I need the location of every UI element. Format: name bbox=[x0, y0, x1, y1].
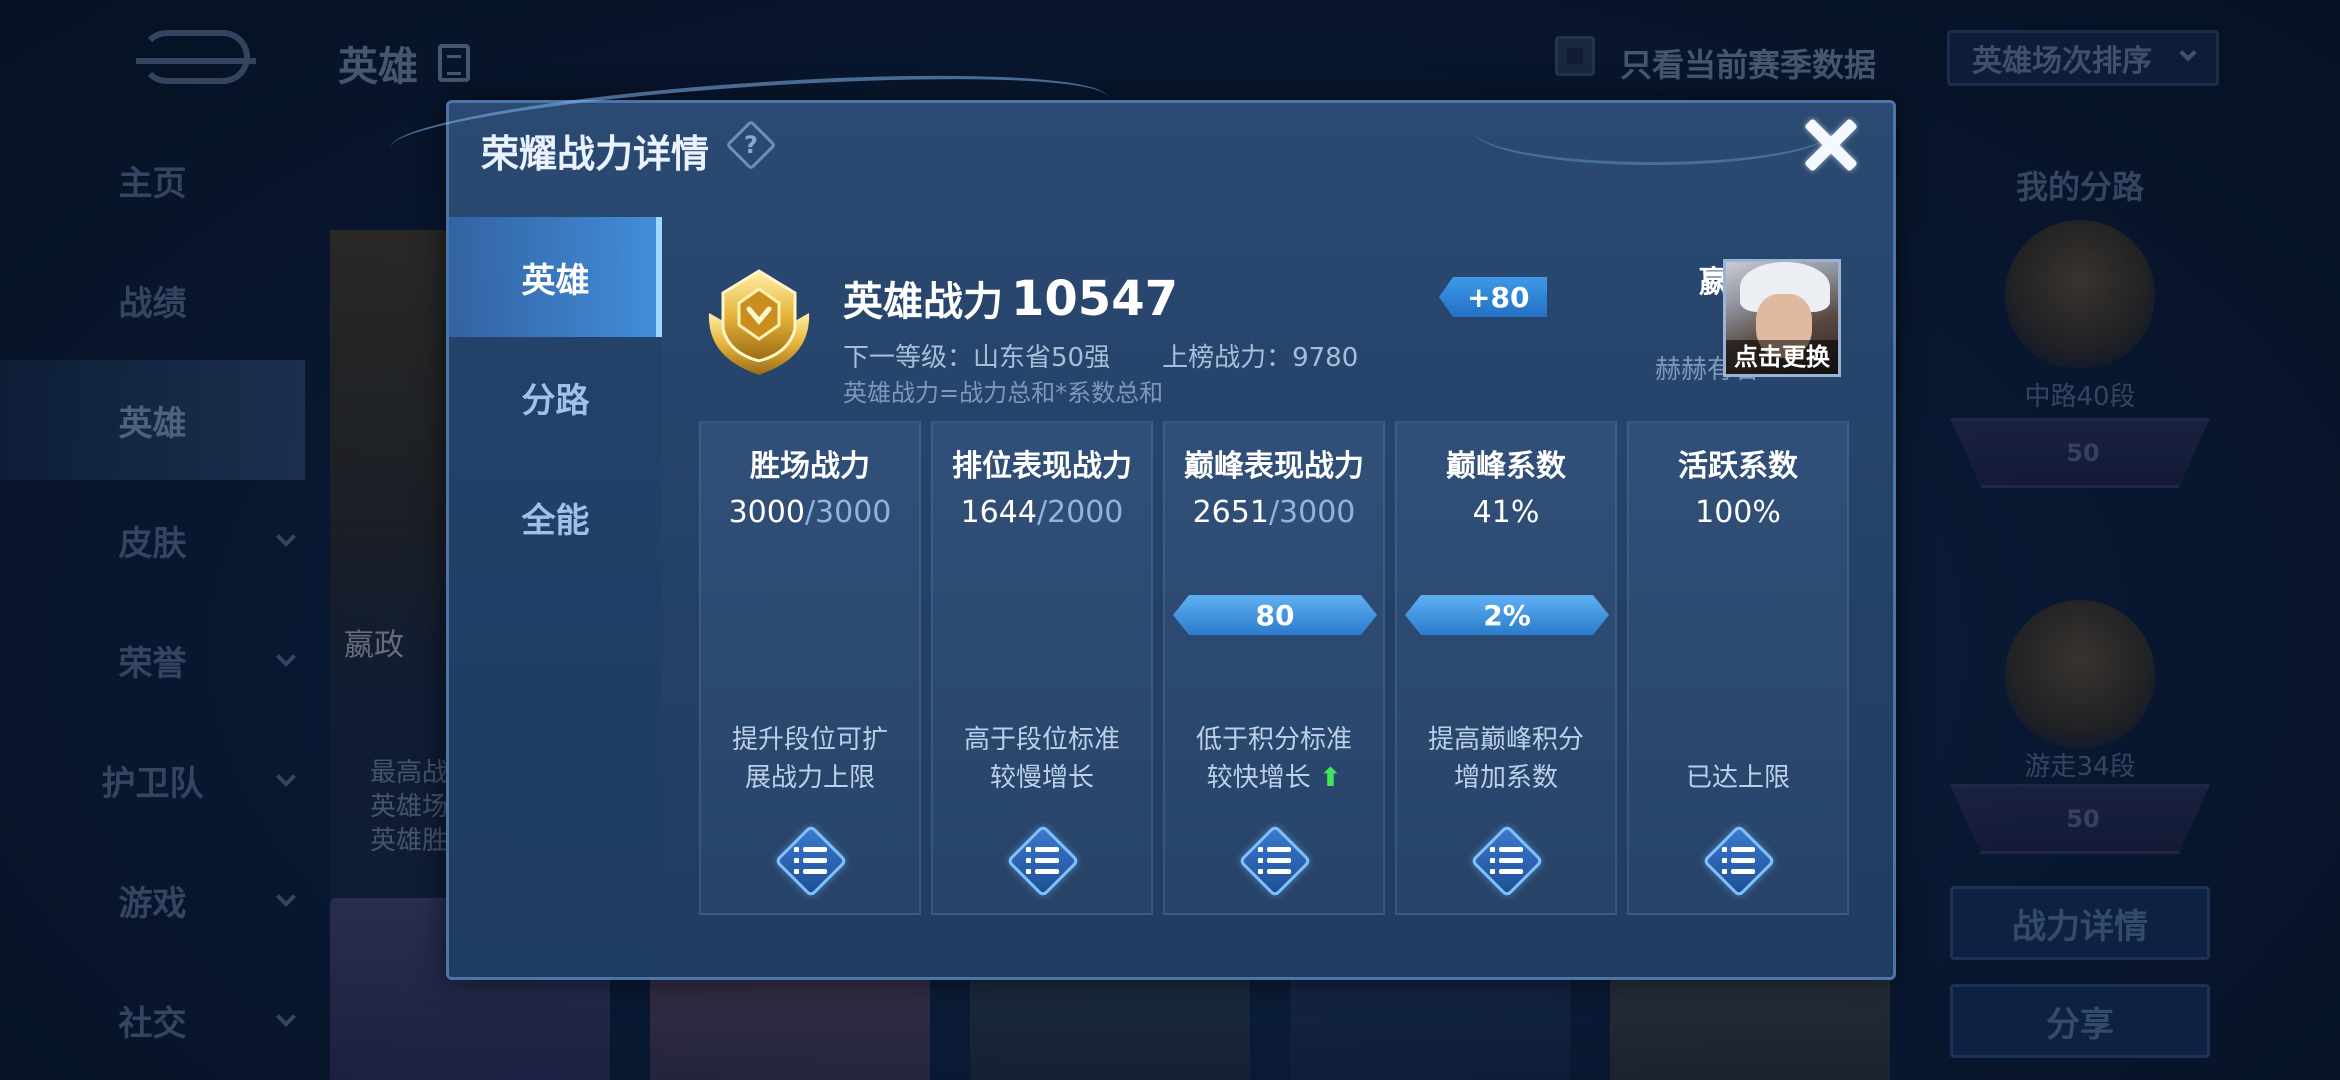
stat-note-line bbox=[1639, 721, 1837, 759]
stat-title: 胜场战力 bbox=[750, 449, 870, 484]
stat-card: 巅峰表现战力 2651/3000 80 低于积分标准较快增长 ⬆ bbox=[1163, 421, 1385, 915]
modal-header: 荣耀战力详情 ? bbox=[387, 57, 1893, 189]
change-hero-label: 点击更换 bbox=[1726, 340, 1838, 374]
stat-note-line: 低于积分标准 bbox=[1175, 721, 1373, 759]
up-arrow-icon: ⬆ bbox=[1310, 763, 1342, 793]
stat-card: 排位表现战力 1644/2000 高于段位标准 较慢增长 bbox=[931, 421, 1153, 915]
modal-title: 荣耀战力详情 bbox=[481, 132, 710, 176]
list-detail-icon[interactable] bbox=[1470, 824, 1544, 898]
stat-max: /3000 bbox=[1268, 495, 1356, 530]
stat-current: 3000 bbox=[728, 495, 805, 530]
stat-note-text: 提高巅峰积分 bbox=[1427, 725, 1584, 755]
power-detail-modal: 荣耀战力详情 ? 英雄 分路 全能 英雄战力 10547 +80 下一等级：山东省50… bbox=[387, 57, 1896, 980]
hero-power-value: 10547 bbox=[1011, 271, 1178, 327]
stat-card: 胜场战力 3000/3000 提升段位可扩 展战力上限 bbox=[699, 421, 921, 915]
tab-0[interactable]: 英雄 bbox=[449, 217, 662, 337]
power-crest-icon bbox=[708, 269, 810, 375]
stat-note: 提升段位可扩 展战力上限 bbox=[711, 721, 909, 797]
stat-note-line: 展战力上限 bbox=[711, 759, 909, 797]
stat-current: 41% bbox=[1472, 495, 1540, 530]
power-formula-text: 英雄战力=战力总和*系数总和 bbox=[843, 379, 1164, 407]
stat-note-line: 提高巅峰积分 bbox=[1407, 721, 1605, 759]
list-detail-icon[interactable] bbox=[1238, 824, 1312, 898]
stat-ribbon: 80 bbox=[1173, 595, 1377, 635]
tab-1[interactable]: 分路 bbox=[449, 337, 662, 457]
stat-value: 1644/2000 bbox=[933, 495, 1151, 530]
stat-note-text: 已达上限 bbox=[1685, 763, 1790, 793]
stat-note-text: 较慢增长 bbox=[989, 763, 1094, 793]
stat-current: 100% bbox=[1695, 495, 1781, 530]
next-level-text: 下一等级：山东省50强 bbox=[843, 343, 1111, 373]
stat-note: 高于段位标准 较慢增长 bbox=[943, 721, 1141, 797]
list-detail-icon[interactable] bbox=[1702, 824, 1776, 898]
stat-card: 巅峰系数 41% 2% 提高巅峰积分 增加系数 bbox=[1395, 421, 1617, 915]
stat-ribbon: 2% bbox=[1405, 595, 1609, 635]
stat-title: 巅峰表现战力 bbox=[1184, 449, 1364, 484]
hero-avatar[interactable]: 点击更换 bbox=[1723, 259, 1841, 377]
stat-max: /2000 bbox=[1036, 495, 1124, 530]
stat-note-line: 提升段位可扩 bbox=[711, 721, 909, 759]
stat-title: 巅峰系数 bbox=[1446, 449, 1566, 484]
list-detail-icon[interactable] bbox=[1006, 824, 1080, 898]
stat-title: 活跃系数 bbox=[1678, 449, 1798, 484]
hero-power-subline: 下一等级：山东省50强 上榜战力：9780 bbox=[843, 337, 1358, 374]
tab-2[interactable]: 全能 bbox=[449, 457, 662, 577]
stat-value: 100% bbox=[1629, 495, 1847, 530]
stat-current: 2651 bbox=[1192, 495, 1269, 530]
stat-note-line: 已达上限 bbox=[1639, 759, 1837, 797]
stat-note-line: 较慢增长 bbox=[943, 759, 1141, 797]
stat-note-text: 提升段位可扩 bbox=[731, 725, 888, 755]
stat-note-text: 低于积分标准 bbox=[1195, 725, 1352, 755]
stat-cards: 胜场战力 3000/3000 提升段位可扩 展战力上限 排位表现战力 1644/2000 高… bbox=[699, 421, 1849, 915]
stat-note-text: 展战力上限 bbox=[744, 763, 875, 793]
stat-note-text: 增加系数 bbox=[1453, 763, 1558, 793]
stat-max: /3000 bbox=[804, 495, 892, 530]
stat-card: 活跃系数 100% 已达上限 bbox=[1627, 421, 1849, 915]
stat-note-line: 增加系数 bbox=[1407, 759, 1605, 797]
stat-note-line: 高于段位标准 bbox=[943, 721, 1141, 759]
stat-note: 提高巅峰积分 增加系数 bbox=[1407, 721, 1605, 797]
hero-power-label: 英雄战力 10547 bbox=[843, 269, 1178, 327]
stat-current: 1644 bbox=[960, 495, 1037, 530]
stat-title: 排位表现战力 bbox=[952, 449, 1132, 484]
stat-value: 2651/3000 bbox=[1165, 495, 1383, 530]
decorative-swirl bbox=[1473, 95, 1833, 165]
stat-note-text: 较快增长 bbox=[1206, 763, 1311, 793]
rank-power-text: 上榜战力：9780 bbox=[1162, 343, 1359, 373]
stat-note: 低于积分标准较快增长 ⬆ bbox=[1175, 721, 1373, 797]
stat-note: 已达上限 bbox=[1639, 721, 1837, 797]
list-detail-icon[interactable] bbox=[774, 824, 848, 898]
hero-power-caption: 英雄战力 bbox=[843, 279, 1003, 325]
stat-value: 3000/3000 bbox=[701, 495, 919, 530]
modal-tabs: 英雄 分路 全能 bbox=[449, 217, 662, 977]
close-icon[interactable] bbox=[1803, 117, 1859, 173]
power-delta-badge: +80 bbox=[1439, 277, 1548, 317]
help-icon-glyph: ? bbox=[744, 131, 758, 159]
stat-value: 41% bbox=[1397, 495, 1615, 530]
stat-note-line: 较快增长 ⬆ bbox=[1175, 759, 1373, 797]
stat-note-text: 高于段位标准 bbox=[963, 725, 1120, 755]
